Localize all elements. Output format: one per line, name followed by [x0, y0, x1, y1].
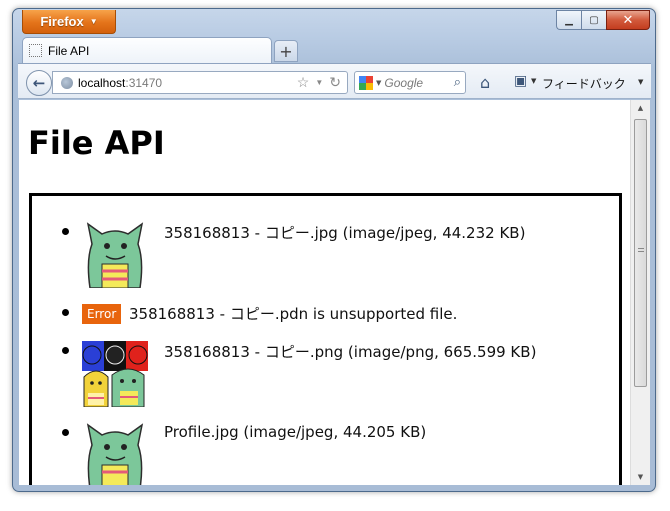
- error-badge: Error: [82, 304, 122, 324]
- vertical-scrollbar[interactable]: ▲ ▼: [630, 100, 650, 485]
- page-content: File API 358168813 - コピー.jpg (image/jpeg…: [19, 100, 630, 485]
- thumbnail-image: [82, 341, 148, 407]
- tab-title: File API: [48, 43, 90, 58]
- bookmarks-icon[interactable]: ▣: [514, 73, 527, 89]
- tab-file-api[interactable]: File API: [22, 37, 272, 63]
- reload-icon[interactable]: ↻: [329, 74, 341, 92]
- file-caption: 358168813 - コピー.pdn is unsupported file.: [129, 305, 458, 323]
- url-host: localhost: [78, 75, 126, 90]
- search-placeholder: Google: [384, 75, 424, 90]
- list-item: 358168813 - コピー.jpg (image/jpeg, 44.232 …: [62, 222, 602, 303]
- feedback-button[interactable]: フィードバック: [542, 75, 626, 92]
- search-engine-dropdown-icon[interactable]: ▼: [376, 79, 381, 87]
- thumbnail-image: [86, 423, 144, 485]
- file-caption: 358168813 - コピー.png (image/png, 665.599 …: [164, 343, 537, 361]
- search-icon[interactable]: ⌕: [454, 75, 461, 90]
- url-port: :31470: [125, 75, 163, 90]
- page-title: File API: [28, 124, 165, 162]
- google-logo-icon[interactable]: [359, 75, 373, 90]
- dropdown-arrow-icon[interactable]: ▼: [315, 74, 323, 92]
- file-caption: 358168813 - コピー.jpg (image/jpeg, 44.232 …: [164, 224, 526, 242]
- navigation-toolbar: ← localhost :31470 ☆ ▼ ↻ ▼ Google ⌕ ⌂ ▣ …: [18, 63, 651, 99]
- list-item: 358168813 - コピー.png (image/png, 665.599 …: [62, 341, 602, 423]
- address-bar[interactable]: localhost :31470 ☆ ▼ ↻: [52, 71, 348, 94]
- maximize-button[interactable]: ▢: [581, 10, 606, 30]
- file-list: 358168813 - コピー.jpg (image/jpeg, 44.232 …: [62, 222, 602, 485]
- search-box[interactable]: ▼ Google ⌕: [354, 71, 466, 94]
- list-item: Error 358168813 - コピー.pdn is unsupported…: [62, 303, 602, 341]
- scrollbar-thumb[interactable]: [634, 119, 647, 387]
- home-icon[interactable]: ⌂: [480, 73, 490, 92]
- firefox-menu-label: Firefox: [40, 14, 84, 29]
- back-arrow-icon: ←: [32, 74, 46, 92]
- feedback-dropdown-icon[interactable]: ▼: [638, 78, 643, 86]
- file-list-container: 358168813 - コピー.jpg (image/jpeg, 44.232 …: [29, 193, 622, 485]
- star-icon[interactable]: ☆: [297, 74, 310, 92]
- window-controls: ▁ ▢ ✕: [556, 10, 650, 30]
- bullet: [62, 228, 69, 235]
- chevron-down-icon: ▼: [89, 17, 98, 26]
- grip-icon: [638, 248, 644, 252]
- file-caption: Profile.jpg (image/jpeg, 44.205 KB): [164, 423, 427, 441]
- thumbnail-image: [86, 222, 144, 288]
- scroll-up-icon[interactable]: ▲: [631, 100, 650, 116]
- page-icon: [29, 44, 42, 57]
- scroll-down-icon[interactable]: ▼: [631, 469, 650, 485]
- list-item: Profile.jpg (image/jpeg, 44.205 KB): [62, 423, 602, 485]
- minimize-button[interactable]: ▁: [556, 10, 581, 30]
- firefox-menu-button[interactable]: Firefox ▼: [22, 10, 116, 34]
- bookmarks-dropdown-icon[interactable]: ▼: [531, 77, 536, 85]
- close-button[interactable]: ✕: [606, 10, 650, 30]
- globe-icon: [61, 76, 73, 89]
- bullet: [62, 347, 69, 354]
- new-tab-button[interactable]: +: [274, 40, 298, 62]
- bullet: [62, 309, 69, 316]
- bullet: [62, 429, 69, 436]
- back-button[interactable]: ←: [26, 70, 52, 96]
